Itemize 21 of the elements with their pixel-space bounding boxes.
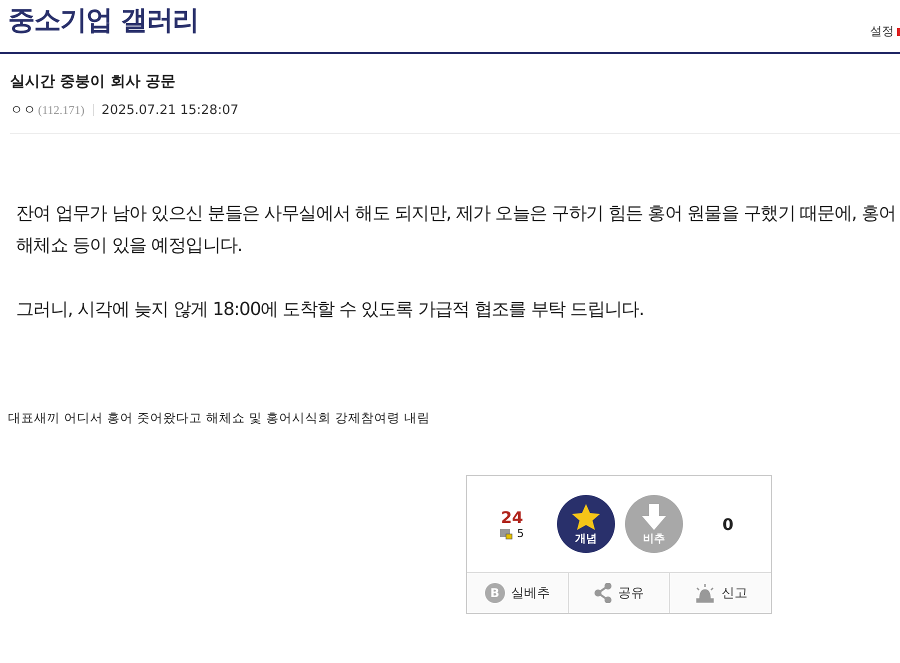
down-arrow-icon (641, 502, 667, 530)
share-icon (594, 583, 612, 603)
upvote-button[interactable]: 개념 (557, 495, 615, 553)
author-ip: (112.171) (38, 102, 85, 118)
upvote-count: 24 (500, 508, 524, 527)
report-button[interactable]: 신고 (670, 573, 772, 613)
star-icon (571, 502, 601, 530)
gallery-title[interactable]: 중소기업 갤러리 (8, 2, 198, 38)
share-button[interactable]: 공유 (568, 573, 670, 613)
body-paragraph: 잔여 업무가 남아 있으신 분들은 사무실에서 해도 되지만, 제가 오늘은 구하기 힘든 홍어 원물을 구했기 때문에, 홍어 해체쇼 등이 있을 예정입니다. (16, 202, 897, 258)
best-button[interactable]: B 실베추 (467, 573, 569, 613)
post-date: 2025.07.21 15:28:07 (102, 102, 238, 118)
b-icon: B (484, 583, 505, 603)
caption-text: 대표새끼 어디서 홍어 줏어왔다고 해체쇼 및 홍어시식회 강제참여령 내림 (8, 410, 431, 427)
fixed-count: 5 (517, 527, 524, 540)
author-name[interactable]: ㅇㅇ (10, 101, 36, 119)
downvote-count: 0 (721, 514, 735, 534)
post-title: 실시간 중붕이 회사 공문 (10, 72, 177, 91)
body-paragraph: 그러니, 시각에 늦지 않게 18:00에 도착할 수 있도록 가급적 협조를 부탁 드립니다. (16, 298, 645, 322)
siren-icon (694, 583, 716, 603)
settings-link[interactable]: 설정 (870, 23, 894, 40)
